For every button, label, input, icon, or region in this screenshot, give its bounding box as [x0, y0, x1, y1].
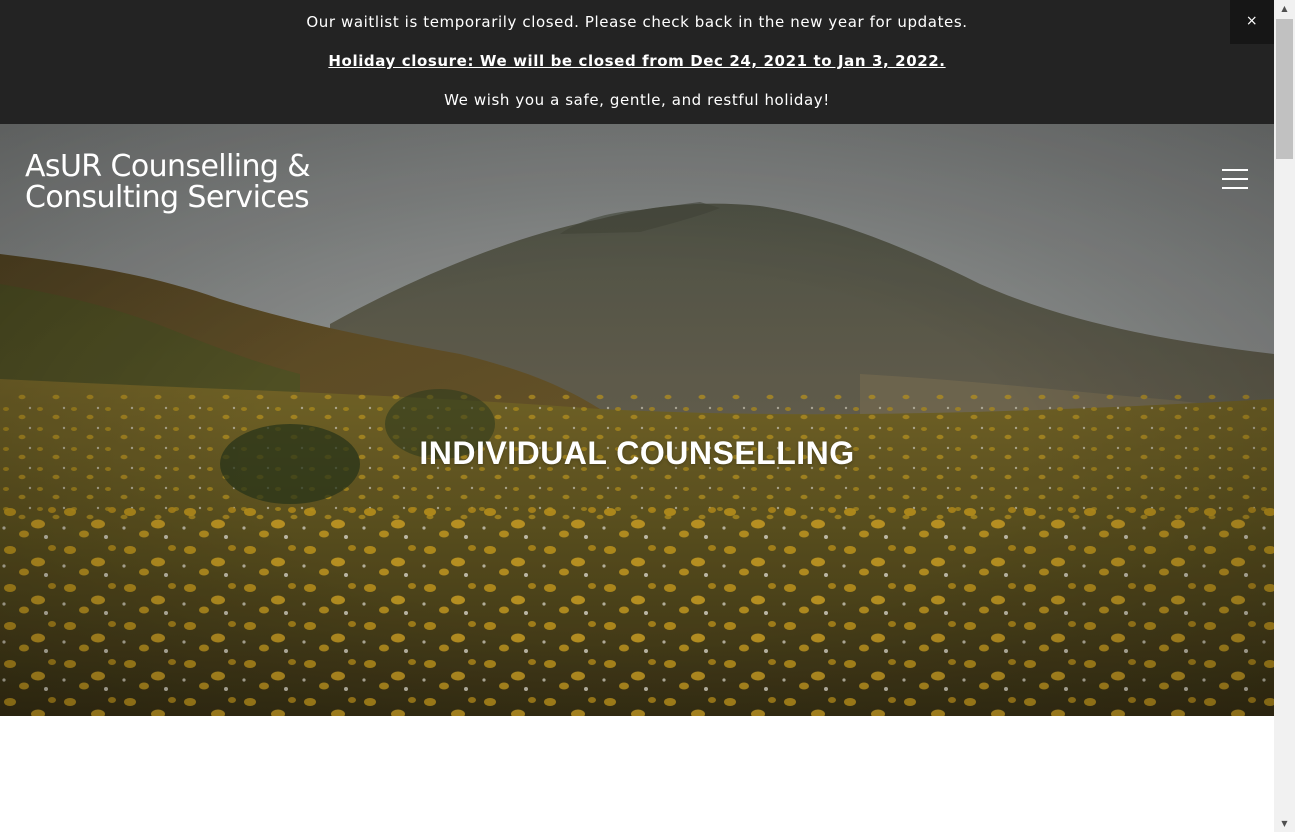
- logo-line-2: Consulting Services: [25, 180, 310, 215]
- site-logo[interactable]: AsUR Counselling & Consulting Services: [25, 149, 311, 215]
- announcement-bar: Our waitlist is temporarily closed. Plea…: [0, 0, 1274, 124]
- close-icon: ×: [1245, 13, 1259, 29]
- hero-banner: AsUR Counselling & Consulting Services I…: [0, 124, 1274, 716]
- content-area: [0, 716, 1274, 832]
- scroll-thumb[interactable]: [1276, 19, 1293, 159]
- scroll-up-arrow-icon[interactable]: ▲: [1274, 0, 1295, 17]
- holiday-wishes: We wish you a safe, gentle, and restful …: [444, 91, 830, 109]
- holiday-closure-notice: Holiday closure: We will be closed from …: [0, 51, 1274, 71]
- close-announcement-button[interactable]: ×: [1230, 0, 1274, 44]
- vertical-scrollbar[interactable]: ▲ ▼: [1274, 0, 1295, 832]
- scroll-down-arrow-icon[interactable]: ▼: [1274, 815, 1295, 832]
- logo-line-1: AsUR Counselling &: [25, 149, 311, 184]
- hamburger-menu-icon[interactable]: [1219, 167, 1251, 193]
- waitlist-notice: Our waitlist is temporarily closed. Plea…: [306, 13, 968, 31]
- holiday-closure-link[interactable]: Holiday closure: We will be closed from …: [328, 52, 945, 70]
- page: Our waitlist is temporarily closed. Plea…: [0, 0, 1274, 832]
- page-title: INDIVIDUAL COUNSELLING: [419, 435, 855, 472]
